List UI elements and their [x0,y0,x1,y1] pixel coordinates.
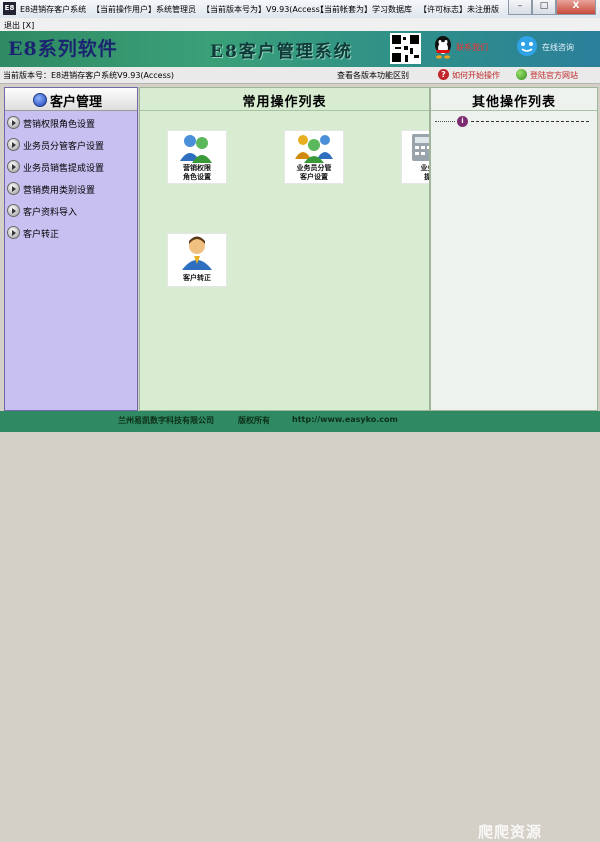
minimize-button[interactable]: – [508,0,532,15]
arrow-icon [7,138,20,151]
sidebar-item-client-conversion[interactable]: 客户转正 [7,222,135,240]
tile-caption-line1: 营销权限 [183,164,211,172]
tile-caption-line2: 角色设置 [183,173,211,181]
sidebar-item-marketing-roles[interactable]: 营销权限角色设置 [7,112,135,130]
how-to-start-link[interactable]: 如何开始操作 [452,70,500,81]
sidebar-item-label: 客户资料导入 [23,208,78,218]
watermark-text: 爬爬资源 [478,823,543,841]
contact-link[interactable]: 联系我们 [456,42,488,53]
company-name: 兰州易凯数字科技有限公司 [118,416,214,425]
window-title-app: E8进销存客户系统 [20,5,87,14]
sidebar-item-salesman-clients[interactable]: 业务员分管客户设置 [7,134,135,152]
tile-sales-commission[interactable]: 业务员 提成 [401,130,430,184]
sidebar-item-label: 业务员销售提成设置 [23,164,105,174]
arrow-icon [7,204,20,217]
sidebar-item-sales-commission[interactable]: 业务员销售提成设置 [7,156,135,174]
help-icon[interactable]: ? [438,69,449,80]
copyright: 版权所有 [238,416,270,425]
calculator-icon [412,134,429,161]
window-controls: – □ X [508,0,596,15]
info-icon: i [457,116,468,127]
tile-caption-line2: 客户设置 [300,173,328,181]
tile-caption-line2: 提成 [402,173,429,181]
title-bar: E8 E8进销存客户系统 【当前操作用户】系统管理员 【当前版本号为】V9.93… [0,0,600,19]
team-icon [295,135,333,163]
close-button[interactable]: X [556,0,596,15]
globe-icon[interactable] [516,69,527,80]
main-panel-title: 常用操作列表 [242,95,327,110]
website-url[interactable]: http://www.easyko.com [292,415,398,424]
main-panel-header: 常用操作列表 [140,88,429,111]
tile-client-conversion[interactable]: 客户转正 [167,233,227,287]
app-icon: E8 [3,2,16,15]
sidebar-item-label: 业务员分管客户设置 [23,142,105,152]
sidebar-item-client-import[interactable]: 客户资料导入 [7,200,135,218]
online-consult-link[interactable]: 在线咨询 [542,42,574,53]
window-title-version: 【当前版本号为】V9.93(Access) [202,5,323,14]
status-bar: 当前版本号：E8进销存客户系统V9.93(Access) 查看各版本功能区别 ?… [0,67,600,84]
list-item-placeholder-line [471,121,589,122]
other-operations-panel: 其他操作列表 i [430,87,598,411]
qq-penguin-icon[interactable] [432,35,454,59]
maximize-button[interactable]: □ [532,0,556,15]
sidebar-item-label: 营销权限角色设置 [23,120,96,130]
tile-caption-line1: 客户转正 [183,274,211,282]
arrow-icon [7,182,20,195]
footer: 兰州易凯数字科技有限公司 版权所有 http://www.easyko.com … [0,411,600,841]
official-site-link[interactable]: 登陆官方网站 [530,70,578,81]
sidebar-title: 客户管理 [50,95,103,110]
system-title: E8客户管理系统 [210,42,353,62]
sidebar-item-label: 营销费用类别设置 [23,186,96,196]
window-title-account: 【当前帐套为】学习数据库 [316,5,412,14]
tile-marketing-roles[interactable]: 营销权限 角色设置 [167,130,227,184]
arrow-icon [7,160,20,173]
user-avatar-icon [182,236,212,270]
sidebar-item-expense-categories[interactable]: 营销费用类别设置 [7,178,135,196]
other-panel-header: 其他操作列表 [431,88,597,111]
window-title-license: 【许可标志】未注册版 [419,5,499,14]
tree-line [435,121,455,122]
online-chat-icon[interactable] [516,35,538,59]
other-list-item[interactable]: i [435,115,595,129]
sidebar-item-label: 客户转正 [23,230,60,240]
qr-code-icon [390,33,421,64]
bullet-icon [33,93,47,107]
arrow-icon [7,226,20,239]
common-operations-panel: 常用操作列表 营销权限 角色设置 业务员分管 客户设置 业 客户转正 [139,87,430,411]
window-title-user: 【当前操作用户】系统管理员 [92,5,196,14]
brand-logo-text: E8系列软件 [8,38,118,60]
users-icon [180,135,212,163]
compare-versions-link[interactable]: 查看各版本功能区别 [337,70,409,81]
sidebar-header: 客户管理 [5,88,137,111]
tile-caption-line1: 业务员 [420,164,430,172]
version-info: 当前版本号：E8进销存客户系统V9.93(Access) [3,71,175,80]
arrow-icon [7,116,20,129]
menu-bar: 退出 [X] [0,18,600,31]
header-banner: E8系列软件 E8客户管理系统 联系我们 在线咨询 [0,31,600,67]
sidebar: 客户管理 营销权限角色设置 业务员分管客户设置 业务员销售提成设置 营销费用类别… [4,87,138,411]
other-panel-title: 其他操作列表 [471,95,556,110]
exit-menu-item[interactable]: 退出 [X] [4,20,34,31]
tile-caption-line1: 业务员分管 [296,164,332,172]
tile-salesman-clients[interactable]: 业务员分管 客户设置 [284,130,344,184]
